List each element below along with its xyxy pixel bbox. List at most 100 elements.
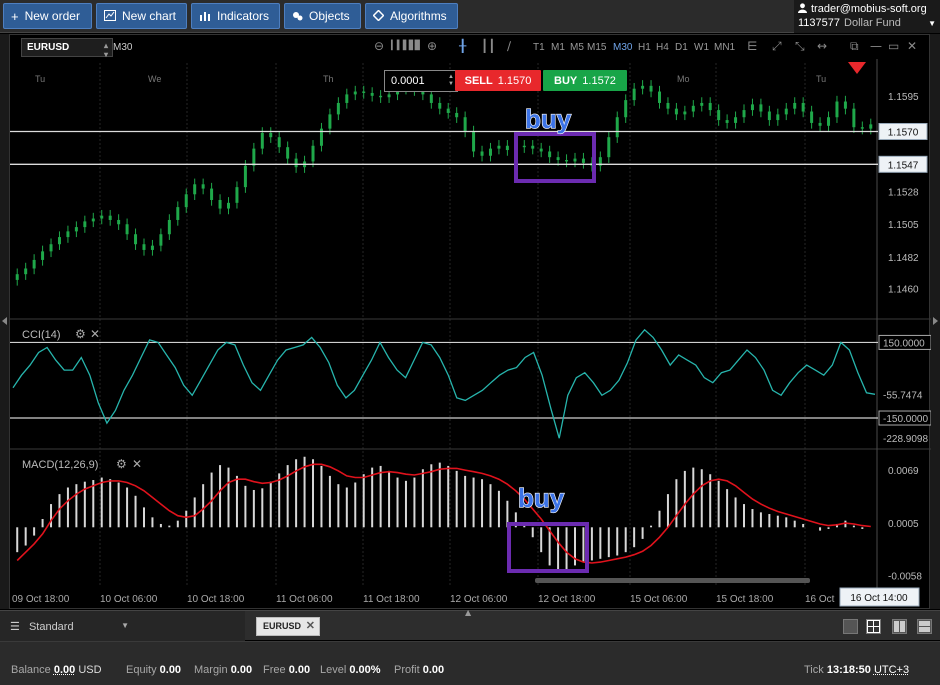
timeframe-t1[interactable]: T1 [533,42,545,53]
lot-size-input[interactable]: 0.0001 ▲ ▼ [384,70,458,92]
candle [581,158,585,163]
day-label: Mo [677,74,690,84]
close-icon[interactable]: ✕ [907,39,917,53]
detach-icon[interactable]: ⧉ [850,39,859,54]
candle [632,88,636,101]
indicator-settings-icon[interactable]: ⋿ [747,39,757,53]
candle [860,127,864,129]
chart-tab[interactable]: EURUSD ✕ [256,617,320,636]
buy-label: BUY [554,74,578,87]
sell-button[interactable]: SELL 1.1570 [455,70,541,91]
timeframe-d1[interactable]: D1 [675,42,688,53]
menu-icon: ☰ [10,621,20,633]
main-toolbar: + New order New chart Indicators Objects… [0,0,940,33]
cci-settings-icon[interactable]: ⚙ [75,327,86,341]
zoom-in-icon[interactable]: ⊕ [427,39,437,53]
candle [505,145,509,151]
timezone[interactable]: UTC+3 [874,664,909,676]
fit-icon[interactable]: ⤡ [795,39,805,54]
minimize-icon[interactable]: — [870,39,882,53]
zoom-slider[interactable]: ▎▍▌▋▊ [391,41,422,51]
candle [700,102,704,106]
account-dropdown-icon[interactable]: ▼ [928,19,936,28]
new-chart-button[interactable]: New chart [96,3,187,29]
candle [573,158,577,162]
algorithms-button[interactable]: Algorithms [365,3,458,29]
trend-line-icon[interactable]: ⤢ [772,39,782,54]
sell-price: 1.1570 [497,74,532,87]
candle [201,184,205,189]
time-tick: 16 Oct [805,594,835,605]
candle [717,110,721,121]
timeframe-m30[interactable]: M30 [613,42,632,53]
horizontal-scrollbar[interactable] [535,578,810,583]
candle [15,274,19,280]
timeframe-w1[interactable]: W1 [694,42,709,53]
candle [41,251,45,260]
candle [328,114,332,129]
layout-columns-icon[interactable] [892,619,907,634]
candle [379,95,383,98]
symbol-value: EURUSD [27,42,70,53]
candle [24,268,28,275]
candle [869,124,873,129]
right-panel-toggle[interactable] [930,34,940,609]
macd-close-icon[interactable]: ✕ [132,457,142,471]
cci-line [12,328,876,439]
timeframe-h4[interactable]: H4 [656,42,669,53]
chart-canvas[interactable]: Tu We Th Mo Tu 1.1595 1.1570 1.1547 1.1528 1.150… [10,35,931,610]
layout-single-icon[interactable] [843,619,858,634]
macd-settings-icon[interactable]: ⚙ [116,457,127,471]
candle [370,92,374,96]
candle [269,132,273,138]
zoom-out-icon[interactable]: ⊖ [374,39,384,53]
chart-window[interactable]: Tu We Th Mo Tu 1.1595 1.1570 1.1547 1.1528 1.150… [9,34,931,610]
price-tick: 1.1505 [888,220,919,231]
macd-tick: -0.0058 [888,571,922,582]
candle [691,105,695,112]
timeframe-m15[interactable]: M15 [587,42,606,53]
timeframe-m5[interactable]: M5 [570,42,584,53]
candle [429,94,433,103]
timeframe-m1[interactable]: M1 [551,42,565,53]
candle [531,145,535,149]
account-panel[interactable]: trader@mobius-soft.org 1137577 Dollar Fu… [794,0,940,33]
new-order-button[interactable]: + New order [3,3,92,29]
candle [767,111,771,121]
macd-tick: 0.0069 [888,466,919,477]
expand-right-icon [933,317,938,325]
objects-button[interactable]: Objects [284,3,361,29]
timeframe-mn1[interactable]: MN1 [714,42,735,53]
left-panel-toggle[interactable] [0,34,9,609]
candle [615,117,619,138]
line-type-icon[interactable]: ∕ [507,39,511,53]
bar-type-icon[interactable]: ╂ [459,39,466,53]
candle [674,108,678,115]
workspace-name: Standard [28,621,74,633]
tab-close-icon[interactable]: ✕ [306,619,315,632]
candle-type-icon[interactable]: ┃┃ [481,39,495,53]
candle [117,219,121,225]
scroll-icon[interactable]: ↔ [817,39,827,53]
layout-grid-icon[interactable] [866,619,881,634]
macd-pane-label: MACD(12,26,9) [22,459,99,471]
cci-close-icon[interactable]: ✕ [90,327,100,341]
current-price-marker-icon [848,62,866,74]
time-tick: 11 Oct 06:00 [276,594,333,605]
buy-price: 1.1572 [582,74,616,87]
level-value: 0.00% [349,664,381,676]
buy-button[interactable]: BUY 1.1572 [543,70,627,91]
time-tick: 12 Oct 06:00 [450,594,508,605]
workspace-selector[interactable]: ☰ Standard ▼ [0,611,245,641]
day-label: We [148,74,161,84]
timeframe-h1[interactable]: H1 [638,42,651,53]
panel-toggle-icon[interactable]: ▲ [465,608,471,617]
layout-rows-icon[interactable] [917,619,932,634]
candle [725,120,729,123]
maximize-icon[interactable]: ▭ [888,39,899,53]
symbol-selector[interactable]: EURUSD ▴ ▾ [21,38,113,59]
candle [345,94,349,103]
buy-annotation-label: buy [525,104,572,134]
lot-spinner-icon[interactable]: ▲ ▼ [448,74,454,88]
indicators-button[interactable]: Indicators [191,3,280,29]
